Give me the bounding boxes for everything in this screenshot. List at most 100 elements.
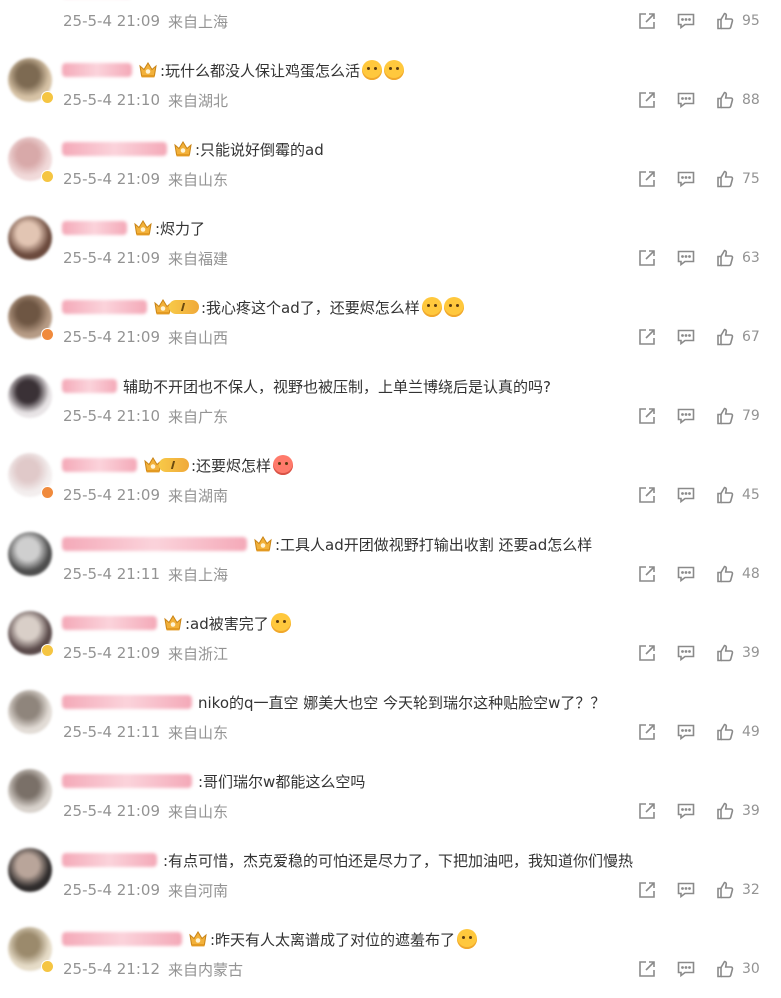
comment-icon[interactable] — [675, 800, 697, 822]
username-blurred[interactable] — [62, 458, 137, 472]
share-icon[interactable] — [636, 10, 658, 32]
comment-icon[interactable] — [675, 484, 697, 506]
thumbs-up-icon[interactable] — [714, 800, 736, 822]
avatar[interactable] — [8, 690, 52, 734]
share-icon[interactable] — [636, 800, 658, 822]
avatar[interactable] — [8, 295, 54, 341]
like-count: 63 — [742, 250, 760, 266]
comment-actions: 45 — [636, 483, 762, 507]
share-icon[interactable] — [636, 721, 658, 743]
comment-icon[interactable] — [675, 405, 697, 427]
username-blurred[interactable] — [62, 142, 167, 156]
avatar[interactable] — [8, 453, 54, 499]
username-blurred[interactable] — [62, 616, 157, 630]
comment-icon[interactable] — [675, 168, 697, 190]
thumbs-up-icon[interactable] — [714, 405, 736, 427]
comment-date: 25-5-4 21:12 — [63, 960, 160, 978]
comment-icon[interactable] — [675, 958, 697, 980]
share-icon[interactable] — [636, 405, 658, 427]
comment-meta: 25-5-4 21:11 来自山东 — [63, 720, 228, 744]
comment-meta: 25-5-4 21:09 来自浙江 — [63, 641, 228, 665]
share-icon[interactable] — [636, 958, 658, 980]
share-icon[interactable] — [636, 247, 658, 269]
share-icon[interactable] — [636, 326, 658, 348]
avatar-image — [8, 848, 52, 892]
avatar-image — [8, 690, 52, 734]
avatar-image — [8, 216, 52, 260]
share-icon[interactable] — [636, 168, 658, 190]
username-blurred[interactable] — [62, 379, 117, 393]
comment-icon[interactable] — [675, 721, 697, 743]
comment-content: :有点可惜，杰克爱稳的可怕还是尽力了，下把加油吧，我知道你们慢热 — [62, 846, 633, 874]
thumbs-up-icon[interactable] — [714, 642, 736, 664]
thumbs-up-icon[interactable] — [714, 326, 736, 348]
avatar[interactable] — [8, 216, 52, 260]
thumbs-up-icon[interactable] — [714, 721, 736, 743]
comment-text: :只能说好倒霉的ad — [195, 140, 324, 159]
comment-text: :哥们瑞尔w都能这么空吗 — [198, 772, 366, 791]
thumbs-up-icon[interactable] — [714, 168, 736, 190]
share-icon[interactable] — [636, 563, 658, 585]
thumbs-up-icon[interactable] — [714, 879, 736, 901]
comment-item: :工具人ad开团做视野打输出收割 还要ad怎么样 25-5-4 21:11 来自上海… — [0, 524, 781, 603]
comment-actions: 49 — [636, 720, 762, 744]
comment-location: 来自山东 — [168, 723, 229, 742]
comment-icon[interactable] — [675, 879, 697, 901]
vip-crown-icon — [133, 219, 153, 237]
avatar[interactable] — [8, 532, 52, 576]
avatar[interactable] — [8, 848, 52, 892]
thumbs-up-icon[interactable] — [714, 10, 736, 32]
username-blurred[interactable] — [62, 537, 247, 551]
share-icon[interactable] — [636, 89, 658, 111]
avatar[interactable] — [8, 374, 52, 418]
comment-item: :ad被害完了 25-5-4 21:09 来自浙江 39 — [0, 603, 781, 682]
comment-text: :烬力了 — [155, 219, 206, 238]
username-blurred[interactable] — [62, 774, 192, 788]
thumbs-up-icon[interactable] — [714, 958, 736, 980]
comment-icon[interactable] — [675, 247, 697, 269]
avatar-image — [8, 532, 52, 576]
comment-text: :工具人ad开团做视野打输出收割 还要ad怎么样 — [275, 535, 593, 554]
comment-item: :烬力了 25-5-4 21:09 来自福建 63 — [0, 208, 781, 287]
comment-date: 25-5-4 21:10 — [63, 407, 160, 425]
share-icon[interactable] — [636, 642, 658, 664]
avatar[interactable] — [8, 58, 54, 104]
thumbs-up-icon[interactable] — [714, 484, 736, 506]
comment-icon[interactable] — [675, 642, 697, 664]
username-blurred[interactable] — [62, 300, 147, 314]
comment-actions: 67 — [636, 325, 762, 349]
share-icon[interactable] — [636, 484, 658, 506]
thumbs-up-icon[interactable] — [714, 89, 736, 111]
avatar[interactable] — [8, 611, 54, 657]
share-icon[interactable] — [636, 879, 658, 901]
comment-content: 辅助不开团也不保人，视野也被压制，上单兰博绕后是认真的吗? — [62, 372, 551, 400]
comment-icon[interactable] — [675, 326, 697, 348]
comment-content: :玩什么都没人保让鸡蛋怎么活 — [62, 56, 405, 84]
comment-date: 25-5-4 21:09 — [63, 328, 160, 346]
comment-icon[interactable] — [675, 89, 697, 111]
username-blurred[interactable] — [62, 853, 157, 867]
hug-emoji — [443, 297, 464, 317]
avatar-image — [8, 374, 52, 418]
avatar[interactable] — [8, 137, 54, 183]
comment-icon[interactable] — [675, 563, 697, 585]
username-blurred[interactable] — [62, 932, 182, 946]
comment-location: 来自上海 — [168, 565, 229, 584]
username-blurred[interactable] — [62, 63, 132, 77]
comment-actions: 39 — [636, 641, 762, 665]
avatar[interactable] — [8, 769, 52, 813]
comment-content: :工具人ad开团做视野打输出收割 还要ad怎么样 — [62, 530, 592, 558]
username-blurred[interactable] — [62, 221, 127, 235]
thumbs-up-icon[interactable] — [714, 247, 736, 269]
comment-icon[interactable] — [675, 10, 697, 32]
avatar[interactable] — [8, 927, 54, 973]
username-blurred[interactable] — [62, 695, 192, 709]
like-count: 45 — [742, 487, 760, 503]
comment-date: 25-5-4 21:10 — [63, 91, 160, 109]
comment-meta: 25-5-4 21:09 来自河南 — [63, 878, 228, 902]
like-count: 88 — [742, 92, 760, 108]
laugh-emoji — [457, 929, 478, 949]
thumbs-up-icon[interactable] — [714, 563, 736, 585]
comment-content: :昨天有人太离谱成了对位的遮羞布了 — [62, 925, 478, 953]
comment-location: 来自湖南 — [168, 486, 229, 505]
